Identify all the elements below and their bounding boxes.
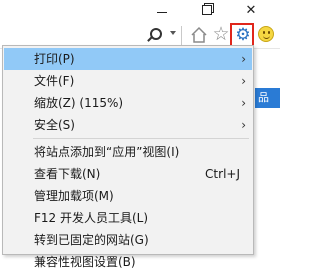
menu-item-print[interactable]: 打印(P) › [4,48,252,70]
restore-icon [202,5,212,15]
tools-menu: 打印(P) › 文件(F) › 缩放(Z) (115%) › 安全(S) › 将… [2,45,254,269]
menu-item-label: 兼容性视图设置(B) [34,255,136,269]
minimize-button[interactable] [151,2,173,20]
submenu-arrow-icon: › [241,52,246,66]
menu-item-add-site-to-apps[interactable]: 将站点添加到“应用”视图(I) [4,141,252,163]
window-caption: ✕ [0,0,280,22]
toolbar-divider [181,26,182,45]
maximize-button[interactable] [196,2,218,20]
menu-item-label: 打印(P) [34,52,75,66]
gear-icon: ⚙ [235,25,251,45]
smiley-feedback-icon[interactable] [258,26,274,42]
menu-item-view-downloads[interactable]: 查看下载(N) Ctrl+J [4,163,252,185]
menu-item-label: 转到已固定的网站(G) [34,233,149,247]
menu-item-label: 文件(F) [34,74,75,88]
page-blue-tab[interactable]: 品 [255,88,280,108]
menu-item-file[interactable]: 文件(F) › [4,70,252,92]
menu-item-label: 查看下载(N) [34,167,101,181]
menu-item-label: 将站点添加到“应用”视图(I) [34,145,180,159]
search-icon[interactable] [146,25,166,45]
submenu-arrow-icon: › [241,74,246,88]
menu-item-compatibility-view[interactable]: 兼容性视图设置(B) [4,251,252,273]
menu-item-manage-add-ons[interactable]: 管理加载项(M) [4,185,252,207]
menu-item-zoom[interactable]: 缩放(Z) (115%) › [4,92,252,114]
submenu-arrow-icon: › [241,118,246,132]
chevron-down-icon[interactable] [170,31,176,35]
menu-item-label: 管理加载项(M) [34,189,114,203]
menu-item-label: F12 开发人员工具(L) [34,211,149,225]
minimize-icon [157,12,167,13]
menu-item-shortcut: Ctrl+J [205,167,240,181]
submenu-arrow-icon: › [241,96,246,110]
menu-item-label: 缩放(Z) (115%) [34,96,124,110]
menu-item-label: 安全(S) [34,118,75,132]
close-button[interactable]: ✕ [240,2,262,20]
menu-item-safety[interactable]: 安全(S) › [4,114,252,136]
menu-item-developer-tools[interactable]: F12 开发人员工具(L) [4,207,252,229]
home-icon[interactable] [189,25,209,45]
menu-separator [33,138,249,139]
favorites-star-icon[interactable]: ☆ [211,24,231,44]
tools-button[interactable]: ⚙ [230,23,254,47]
